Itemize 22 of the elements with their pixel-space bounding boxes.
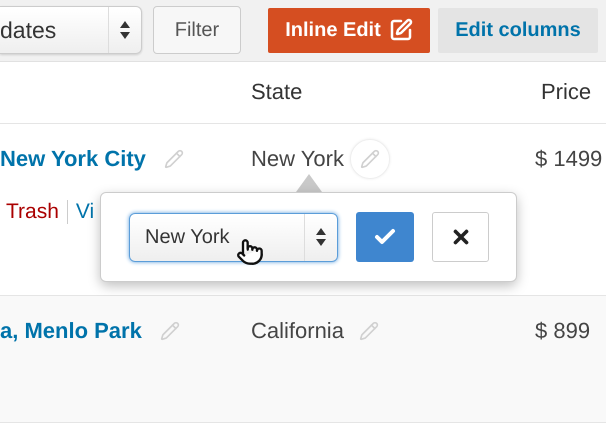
edit-icon: [388, 18, 413, 42]
state-select[interactable]: New York: [129, 212, 338, 262]
column-header: Price: [540, 79, 592, 106]
row-title-link[interactable]: New York City: [0, 146, 146, 172]
edit-columns-button[interactable]: Edit columns: [438, 8, 598, 53]
column-header: State: [250, 79, 304, 106]
price-text: $ 899: [535, 318, 590, 344]
cancel-button[interactable]: [432, 212, 489, 262]
select-arrows-icon: [316, 227, 326, 248]
confirm-button[interactable]: [356, 212, 414, 262]
pencil-icon[interactable]: [164, 149, 184, 170]
select-arrows-icon: [120, 20, 130, 40]
row-action-link[interactable]: Trash: [6, 200, 67, 224]
pencil-icon[interactable]: [160, 321, 180, 342]
state-text: California: [251, 318, 344, 344]
state-text: New York: [251, 146, 344, 172]
inline-edit-button[interactable]: Inline Edit: [268, 8, 430, 53]
filter-button[interactable]: Filter: [153, 6, 241, 54]
cursor-hand-icon: [236, 238, 264, 266]
row-title-link[interactable]: a, Menlo Park: [0, 318, 142, 344]
date-select[interactable]: dates: [0, 6, 142, 54]
price-text: $ 1499: [535, 146, 602, 172]
